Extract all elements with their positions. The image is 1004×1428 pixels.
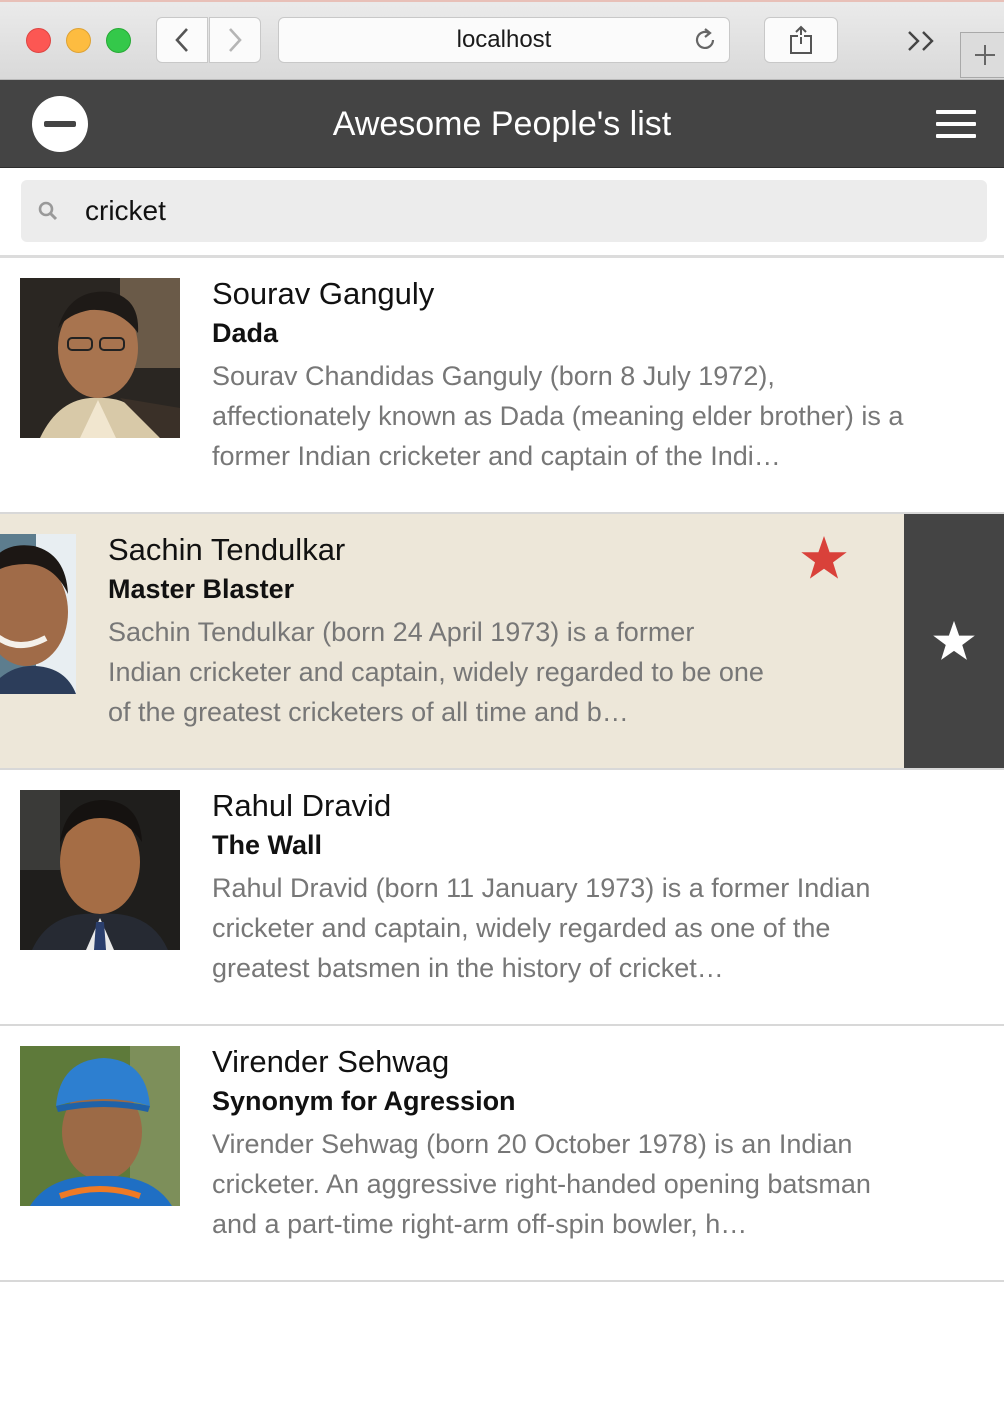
person-photo [20,1046,180,1206]
minimize-window-button[interactable] [66,28,91,53]
person-name: Sourav Ganguly [212,276,435,311]
person-description: Rahul Dravid (born 11 January 1973) is a… [212,873,871,983]
page-title: Awesome People's list [332,105,672,143]
person-name: Virender Sehwag [212,1044,450,1079]
person-description: Sourav Chandidas Ganguly (born 8 July 19… [212,361,904,471]
address-bar[interactable]: localhost [278,17,730,63]
share-icon [790,25,812,54]
people-list: Sourav Ganguly Dada Sourav Chandidas Gan… [0,258,1004,1282]
item-text: Rahul Dravid The Wall Rahul Dravid (born… [212,786,912,988]
minus-circle-icon[interactable] [32,96,88,152]
back-button[interactable] [156,17,208,63]
forward-button[interactable] [209,17,261,63]
chevron-left-icon [175,28,188,52]
person-description: Virender Sehwag (born 20 October 1978) i… [212,1129,871,1239]
toolbar-top-edge [0,0,1004,2]
person-nickname: Master Blaster [108,574,295,604]
minus-bar [44,121,76,127]
search-input[interactable] [85,180,965,242]
person-nickname: The Wall [212,830,323,860]
search-bar [0,168,1004,258]
app-header: Awesome People's list [0,80,1004,168]
list-item[interactable]: Rahul Dravid The Wall Rahul Dravid (born… [0,770,1004,1026]
person-photo [0,534,76,694]
search-box[interactable] [21,180,987,242]
search-icon [38,201,58,221]
star-icon [933,620,975,660]
item-text: Sachin Tendulkar Master Blaster Sachin T… [108,530,808,732]
share-button[interactable] [764,17,838,63]
person-description: Sachin Tendulkar (born 24 April 1973) is… [108,617,764,727]
person-nickname: Synonym for Agression [212,1086,516,1116]
double-chevron-icon[interactable] [906,28,938,54]
item-text: Virender Sehwag Synonym for Agression Vi… [212,1042,912,1244]
person-photo [20,790,180,950]
person-nickname: Dada [212,318,279,348]
address-text: localhost [456,26,552,53]
favorite-star-icon [801,536,847,579]
browser-toolbar: localhost [0,0,1004,80]
chevron-right-icon [229,28,242,52]
zoom-window-button[interactable] [106,28,131,53]
item-text: Sourav Ganguly Dada Sourav Chandidas Gan… [212,274,912,476]
plus-icon [974,45,995,65]
person-photo [20,278,180,438]
list-item[interactable]: Sourav Ganguly Dada Sourav Chandidas Gan… [0,258,1004,514]
new-tab-button[interactable] [960,32,1004,78]
reload-icon[interactable] [691,26,719,54]
person-name: Sachin Tendulkar [108,532,346,567]
list-item[interactable]: Virender Sehwag Synonym for Agression Vi… [0,1026,1004,1282]
list-item[interactable]: Sachin Tendulkar Master Blaster Sachin T… [0,514,1004,770]
favorite-action-button[interactable] [904,514,1004,768]
person-name: Rahul Dravid [212,788,392,823]
close-window-button[interactable] [26,28,51,53]
hamburger-menu-icon[interactable] [936,110,976,138]
